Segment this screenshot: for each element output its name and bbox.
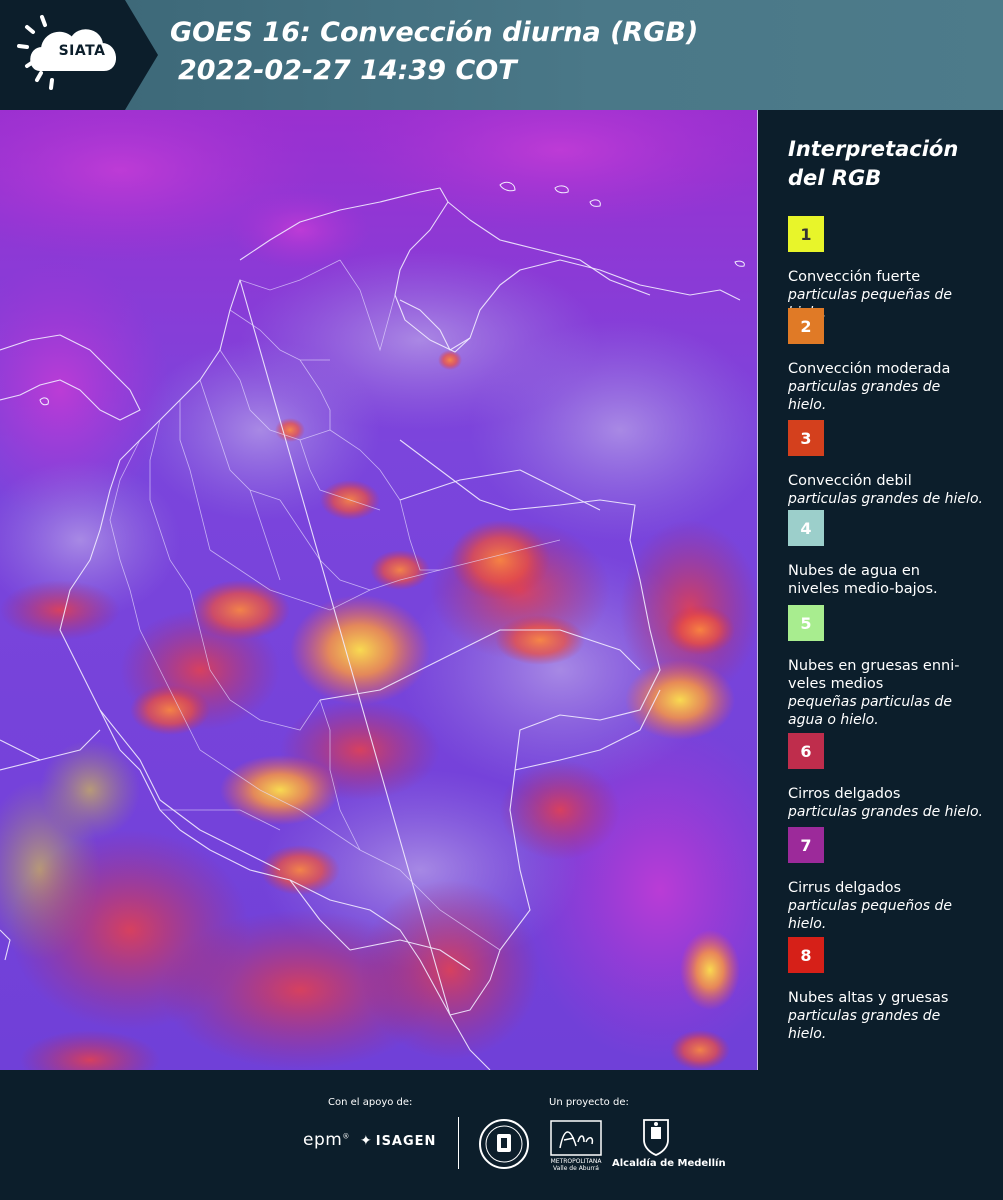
legend-item-2: 2 Convección moderada particulas grandes… [788,308,988,414]
metro-text-line2: Valle de Aburrá [553,1165,599,1172]
metro-text-line1: METROPOLITANA [550,1158,602,1165]
legend-item-3: 3 Convección debil particulas grandes de… [788,420,988,508]
legend-name-6: Cirros delgados [788,786,901,802]
legend-item-4: 4 Nubes de agua en niveles medio-bajos. [788,510,988,598]
legend-swatch-5: 5 [788,605,824,641]
title-line-product: GOES 16: Convección diurna (RGB) [170,17,699,48]
rgb-legend: Interpretación del RGB 1 Convección fuer… [788,135,988,1042]
footer-sponsors: Con el apoyo de: Un proyecto de: epm® ✦ I… [0,1070,1003,1200]
alcaldia-shield-icon [643,1119,669,1156]
legend-item-5: 5 Nubes en gruesas enni-veles medios peq… [788,605,988,729]
title-line-timestamp: 2022-02-27 14:39 COT [178,55,517,86]
siata-logo-text: SIATA [58,43,106,59]
legend-swatch-3: 3 [788,420,824,456]
area-metropolitana-logo-icon [550,1120,602,1156]
legend-desc-6: particulas grandes de hielo. [788,804,983,820]
legend-item-8: 8 Nubes altas y gruesas particulas grand… [788,937,988,1043]
legend-title-line2: del RGB [788,166,882,190]
legend-title-line1: Interpretación [788,137,959,161]
legend-swatch-8: 8 [788,937,824,973]
legend-desc-3: particulas grandes de hielo. [788,491,983,507]
legend-swatch-4: 4 [788,510,824,546]
project-label: Un proyecto de: [549,1097,629,1108]
legend-swatch-2: 2 [788,308,824,344]
legend-swatch-1: 1 [788,216,824,252]
legend-name-4: Nubes de agua en niveles medio-bajos. [788,563,938,597]
legend-number-6: 6 [800,741,812,761]
legend-desc-2: particulas grandes de hielo. [788,379,941,413]
isagen-logo: ✦ ISAGEN [360,1133,436,1149]
legend-name-5: Nubes en gruesas enni-veles medios [788,658,960,692]
legend-swatch-6: 6 [788,733,824,769]
legend-number-8: 8 [800,945,812,965]
legend-desc-5: pequeñas particulas de agua o hielo. [788,694,952,728]
legend-number-4: 4 [800,518,812,538]
legend-item-1: 1 Convección fuerte particulas pequeñas … [788,216,988,322]
epm-logo-text: epm [303,1130,343,1150]
legend-number-7: 7 [800,835,812,855]
legend-name-1: Convección fuerte [788,269,921,285]
area-metropolitana-text: METROPOLITANA Valle de Aburrá [550,1158,602,1172]
alcaldia-medellin-text: Alcaldía de Medellín [612,1158,726,1169]
footer-divider [458,1117,459,1169]
legend-item-6: 6 Cirros delgados particulas grandes de … [788,733,988,821]
legend-number-1: 1 [800,224,812,244]
satellite-rgb-map[interactable] [0,110,758,1070]
isagen-logo-text: ISAGEN [375,1134,437,1149]
isagen-mark-icon: ✦ [360,1133,373,1149]
legend-name-7: Cirrus delgados [788,880,902,896]
registered-mark-icon: ® [342,1132,350,1141]
legend-number-2: 2 [800,316,812,336]
map-edge-line [757,110,758,1070]
legend-number-3: 3 [800,428,812,448]
legend-title: Interpretación del RGB [788,135,988,193]
page-title: GOES 16: Convección diurna (RGB) 2022-02… [170,14,698,90]
legend-swatch-7: 7 [788,827,824,863]
legend-desc-8: particulas grandes de hielo. [788,1008,941,1042]
university-seal-icon [479,1119,529,1169]
epm-logo: epm® [303,1130,350,1150]
support-label: Con el apoyo de: [328,1097,413,1108]
legend-desc-7: particulas pequeños de hielo. [788,898,952,932]
legend-number-5: 5 [800,613,812,633]
legend-item-7: 7 Cirrus delgados particulas pequeños de… [788,827,988,933]
legend-name-8: Nubes altas y gruesas [788,990,949,1006]
legend-name-2: Convección moderada [788,361,951,377]
legend-name-3: Convección debil [788,473,912,489]
header-bar: SIATA GOES 16: Convección diurna (RGB) 2… [0,0,1003,110]
map-imagery [0,110,758,1070]
siata-logo: SIATA [0,0,158,110]
